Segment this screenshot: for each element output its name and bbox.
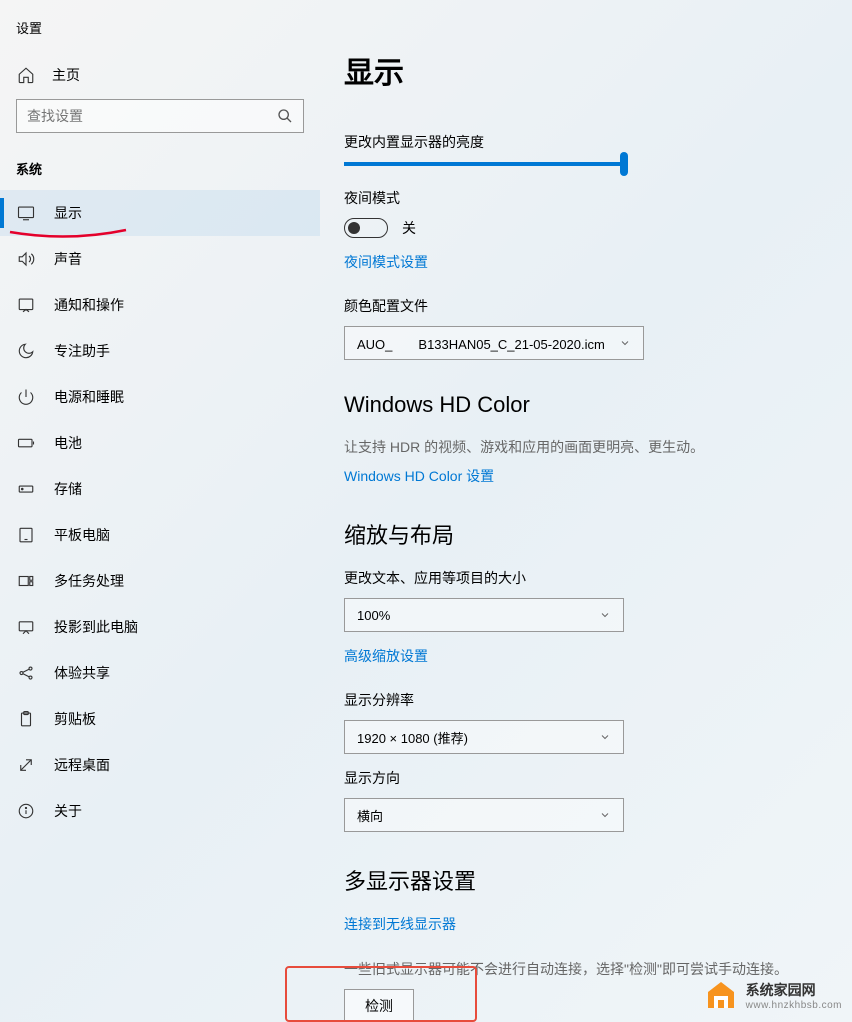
page-title: 显示 <box>344 48 852 92</box>
slider-thumb[interactable] <box>620 152 628 176</box>
sidebar-item-label: 电池 <box>54 433 82 453</box>
sidebar-item-label: 关于 <box>54 801 82 821</box>
sidebar-item-label: 远程桌面 <box>54 755 110 775</box>
sidebar-item-clipboard[interactable]: 剪贴板 <box>0 696 320 742</box>
sidebar-item-tablet[interactable]: 平板电脑 <box>0 512 320 558</box>
sidebar-item-label: 专注助手 <box>54 341 110 361</box>
chevron-down-icon <box>619 337 631 349</box>
sidebar-item-notifications[interactable]: 通知和操作 <box>0 282 320 328</box>
app-title: 设置 <box>0 12 320 55</box>
search-input[interactable] <box>27 108 277 124</box>
night-mode-label: 夜间模式 <box>344 188 852 208</box>
toggle-state: 关 <box>402 218 416 238</box>
sidebar-item-remote[interactable]: 远程桌面 <box>0 742 320 788</box>
about-icon <box>16 802 36 820</box>
watermark-title: 系统家园网 <box>746 980 842 1000</box>
display-icon <box>16 204 36 222</box>
sidebar-item-about[interactable]: 关于 <box>0 788 320 834</box>
chevron-down-icon <box>599 731 611 743</box>
clipboard-icon <box>16 710 36 728</box>
multi-display-heading: 多显示器设置 <box>344 864 852 896</box>
orientation-select[interactable]: 横向 <box>344 798 624 832</box>
color-profile-value: AUO_ B133HAN05_C_21-05-2020.icm <box>357 334 605 353</box>
power-icon <box>16 388 36 406</box>
home-button[interactable]: 主页 <box>0 55 320 99</box>
watermark: 系统家园网 www.hnzkhbsb.com <box>704 978 842 1012</box>
scale-label: 更改文本、应用等项目的大小 <box>344 568 852 588</box>
scale-value: 100% <box>357 608 390 623</box>
orientation-value: 横向 <box>357 806 383 825</box>
sidebar-item-multitask[interactable]: 多任务处理 <box>0 558 320 604</box>
sidebar-item-label: 多任务处理 <box>54 571 124 591</box>
brightness-slider[interactable] <box>344 162 624 166</box>
resolution-value: 1920 × 1080 (推荐) <box>357 728 468 747</box>
sidebar-item-label: 电源和睡眠 <box>54 387 124 407</box>
sidebar-item-sound[interactable]: 声音 <box>0 236 320 282</box>
sidebar-item-battery[interactable]: 电池 <box>0 420 320 466</box>
chevron-down-icon <box>599 809 611 821</box>
hd-color-settings-link[interactable]: Windows HD Color 设置 <box>344 466 852 486</box>
night-mode-toggle[interactable] <box>344 218 388 238</box>
chevron-down-icon <box>599 609 611 621</box>
sidebar-item-storage[interactable]: 存储 <box>0 466 320 512</box>
sidebar-item-label: 显示 <box>54 203 82 223</box>
sidebar: 设置 主页 系统 显示声音通知和操作专注助手电源和睡眠电池存储平板电脑多任务处理… <box>0 0 320 1022</box>
main-content: 显示 更改内置显示器的亮度 夜间模式 关 夜间模式设置 颜色配置文件 AUO_ … <box>320 0 852 1022</box>
focus-icon <box>16 342 36 360</box>
home-icon <box>16 66 36 84</box>
sidebar-item-label: 声音 <box>54 249 82 269</box>
multitask-icon <box>16 572 36 590</box>
hd-color-desc: 让支持 HDR 的视频、游戏和应用的画面更明亮、更生动。 <box>344 436 852 458</box>
resolution-select[interactable]: 1920 × 1080 (推荐) <box>344 720 624 754</box>
sidebar-item-label: 存储 <box>54 479 82 499</box>
adv-scale-link[interactable]: 高级缩放设置 <box>344 646 852 666</box>
shared-icon <box>16 664 36 682</box>
sidebar-item-label: 剪贴板 <box>54 709 96 729</box>
hd-color-heading: Windows HD Color <box>344 392 852 418</box>
sidebar-item-power[interactable]: 电源和睡眠 <box>0 374 320 420</box>
home-label: 主页 <box>52 65 80 85</box>
sidebar-item-label: 通知和操作 <box>54 295 124 315</box>
tablet-icon <box>16 526 36 544</box>
scale-select[interactable]: 100% <box>344 598 624 632</box>
watermark-logo-icon <box>704 978 738 1012</box>
orientation-label: 显示方向 <box>344 768 852 788</box>
scale-heading: 缩放与布局 <box>344 518 852 550</box>
sound-icon <box>16 250 36 268</box>
sidebar-item-display[interactable]: 显示 <box>0 190 320 236</box>
color-profile-label: 颜色配置文件 <box>344 296 852 316</box>
sidebar-item-project[interactable]: 投影到此电脑 <box>0 604 320 650</box>
watermark-url: www.hnzkhbsb.com <box>746 1000 842 1011</box>
section-label: 系统 <box>0 151 320 190</box>
search-input-wrap[interactable] <box>16 99 304 133</box>
sidebar-item-focus[interactable]: 专注助手 <box>0 328 320 374</box>
sidebar-item-shared[interactable]: 体验共享 <box>0 650 320 696</box>
sidebar-item-label: 平板电脑 <box>54 525 110 545</box>
resolution-label: 显示分辨率 <box>344 690 852 710</box>
sidebar-item-label: 体验共享 <box>54 663 110 683</box>
wireless-display-link[interactable]: 连接到无线显示器 <box>344 914 852 934</box>
detect-button[interactable]: 检测 <box>344 989 414 1022</box>
sidebar-item-label: 投影到此电脑 <box>54 617 138 637</box>
notifications-icon <box>16 296 36 314</box>
battery-icon <box>16 434 36 452</box>
remote-icon <box>16 756 36 774</box>
brightness-label: 更改内置显示器的亮度 <box>344 132 852 152</box>
color-profile-select[interactable]: AUO_ B133HAN05_C_21-05-2020.icm <box>344 326 644 360</box>
project-icon <box>16 618 36 636</box>
storage-icon <box>16 480 36 498</box>
night-mode-settings-link[interactable]: 夜间模式设置 <box>344 252 852 272</box>
search-icon <box>277 108 293 124</box>
